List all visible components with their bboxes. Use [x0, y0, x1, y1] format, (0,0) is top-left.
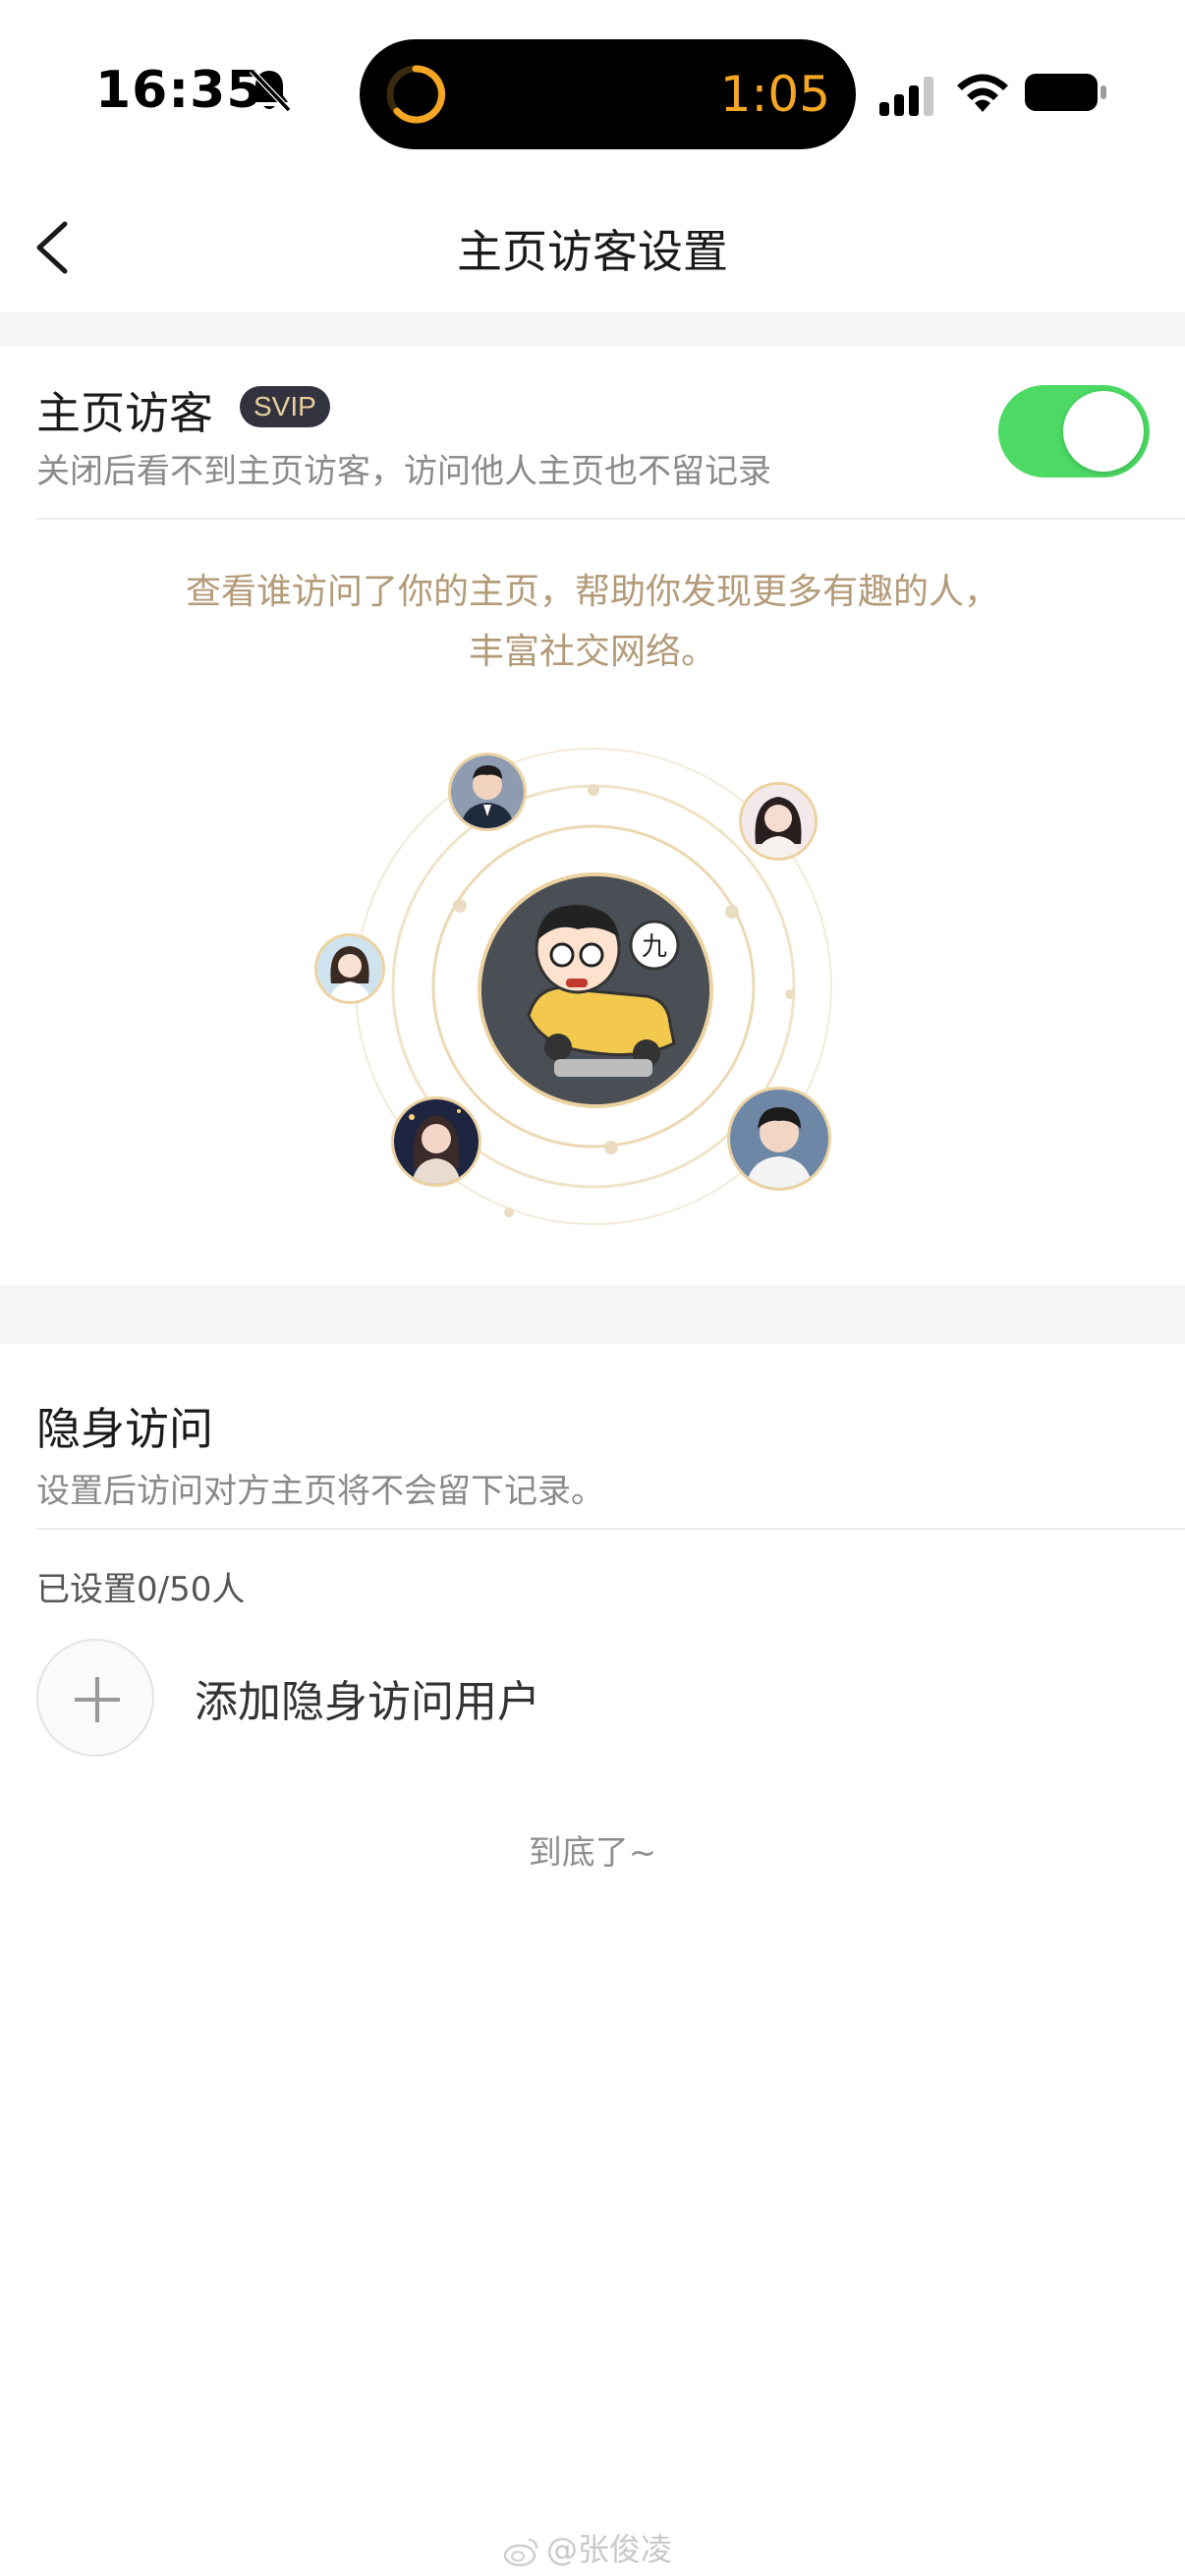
svip-badge: SVIP: [240, 386, 330, 427]
cartoon-car-avatar: 九: [481, 876, 709, 1104]
nav-bar: 主页访客设置: [0, 177, 1185, 312]
list-end-text: 到底了~: [528, 1833, 657, 1873]
visitors-title: 主页访客: [36, 387, 214, 439]
timer-ring-icon: [386, 65, 446, 124]
status-bar: 16:35 1:05: [0, 0, 1185, 177]
visitors-toggle[interactable]: [998, 385, 1150, 477]
watermark-text: @张俊凌: [546, 2531, 673, 2568]
add-stealth-user-label[interactable]: 添加隐身访问用户: [195, 1666, 540, 1729]
watermark: @张俊凌: [503, 2525, 672, 2570]
person-silhouette-icon: [730, 1090, 828, 1188]
divider: [36, 1528, 1185, 1530]
toggle-knob: [1063, 391, 1144, 472]
stealth-description: 设置后访问对方主页将不会留下记录。: [36, 1472, 604, 1511]
visitors-illustration: 九: [295, 739, 845, 1250]
section-gap: [0, 1285, 1185, 1344]
battery-icon: [1025, 74, 1106, 111]
person-silhouette-icon: [742, 785, 815, 858]
visitor-avatar: [448, 753, 527, 831]
promo-line-2: 丰富社交网络。: [468, 632, 716, 672]
promo-line-1: 查看谁访问了你的主页，帮助你发现更多有趣的人，: [185, 572, 999, 612]
timer-text: 1:05: [719, 66, 830, 123]
person-silhouette-icon: [451, 756, 524, 828]
visitor-avatar: [739, 782, 818, 861]
person-silhouette-icon: [317, 936, 382, 1001]
section-gap: [0, 312, 1185, 346]
divider: [36, 518, 1185, 520]
cellular-signal-icon: [879, 77, 933, 116]
weibo-logo-icon: [503, 2538, 538, 2567]
center-avatar: 九: [478, 872, 713, 1108]
stealth-title: 隐身访问: [36, 1403, 214, 1455]
avatar-badge-text: 九: [642, 932, 667, 962]
add-stealth-user-button[interactable]: 添加隐身访问用户: [36, 1639, 1117, 1757]
visitor-avatar: [391, 1096, 481, 1187]
dynamic-island[interactable]: 1:05: [360, 39, 856, 149]
visitors-description: 关闭后看不到主页访客，访问他人主页也不留记录: [36, 452, 771, 491]
wifi-icon: [957, 74, 1008, 112]
plus-icon[interactable]: [36, 1639, 154, 1757]
bell-slash-icon: [249, 68, 292, 113]
visitor-avatar: [314, 933, 385, 1004]
page-title: 主页访客设置: [457, 225, 728, 278]
stealth-count: 已设置0/50人: [36, 1570, 246, 1609]
visitor-avatar: [727, 1087, 831, 1191]
status-time: 16:35: [95, 61, 263, 120]
person-silhouette-icon: [394, 1099, 479, 1184]
